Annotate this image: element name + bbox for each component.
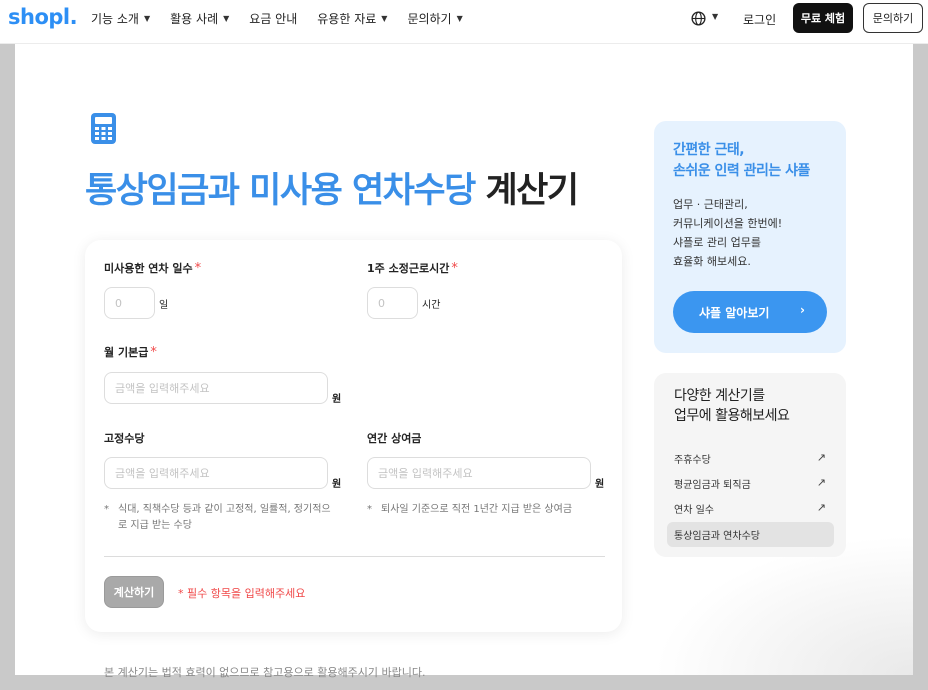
external-link-icon: ↗ <box>816 451 826 464</box>
monthly-salary-unit: 원 <box>332 394 342 405</box>
calculator-link-label: 통상임금과 연차수당 <box>674 531 760 542</box>
required-mark: * <box>150 345 157 360</box>
other-calculators-card: 다양한 계산기를 업무에 활용해보세요 주휴수당 ↗ 평균임금과 퇴직금 ↗ 연차 … <box>654 373 846 557</box>
note-mark: * <box>367 504 372 515</box>
calculate-button[interactable]: 계산하기 <box>104 576 164 608</box>
learn-shopl-button[interactable]: 샤플 알아보기 › <box>673 291 827 333</box>
required-mark: * <box>194 261 202 276</box>
annual-bonus-note-text: 퇴사일 기준으로 직전 1년간 지급 받은 상여금 <box>381 504 573 515</box>
calculator-form-card: 미사용한 연차 일수 * 0 일 1주 소정근로시간 * 0 시간 월 기본급 * 금… <box>85 240 622 632</box>
menu-resources-label: 유용한 자료 <box>317 11 377 26</box>
unused-days-unit: 일 <box>159 300 169 311</box>
fixed-allowance-note: * 식대, 직책수당 등과 같이 고정적, 일률적, 정기적으 로 지급 받는 … <box>104 502 354 534</box>
form-divider <box>104 556 605 557</box>
calculator-link-annual-leave-days[interactable]: 연차 일수 ↗ <box>667 496 834 521</box>
calculator-link-label: 평균임금과 퇴직금 <box>674 480 751 491</box>
page-title: 통상임금과 미사용 연차수당 계산기 <box>85 162 579 213</box>
annual-bonus-unit: 원 <box>595 479 605 490</box>
chevron-right-icon: › <box>800 303 805 317</box>
calculator-link-ordinary-wage-leave-pay[interactable]: 통상임금과 연차수당 <box>667 522 834 547</box>
external-link-icon: ↗ <box>816 501 826 514</box>
chevron-down-icon: ▼ <box>143 13 151 23</box>
fixed-allowance-unit: 원 <box>332 479 342 490</box>
promo-body: 업무 · 근태관리, 커뮤니케이션을 한번에! 샤플로 관리 업무를 효율화 해… <box>673 198 783 268</box>
menu-pricing-label: 요금 안내 <box>249 11 298 26</box>
learn-shopl-button-label: 샤플 알아보기 <box>699 305 770 320</box>
menu-features-label: 기능 소개 <box>91 11 139 26</box>
unused-days-label: 미사용한 연차 일수 * <box>104 260 201 276</box>
top-nav: shopl. 기능 소개 ▼ 활용 사례 ▼ 요금 안내 유용한 자료 ▼ 문의하기 ▼… <box>0 0 928 44</box>
fixed-allowance-input[interactable]: 금액을 입력해주세요 <box>104 457 328 489</box>
menu-cases[interactable]: 활용 사례 ▼ <box>170 10 229 27</box>
menu-resources[interactable]: 유용한 자료 ▼ <box>317 10 387 27</box>
calculator-link-label: 주휴수당 <box>674 455 711 466</box>
calculator-link-severance[interactable]: 평균임금과 퇴직금 ↗ <box>667 471 834 496</box>
shopl-logo[interactable]: shopl. <box>8 5 78 29</box>
calculator-link-label: 연차 일수 <box>674 505 714 516</box>
menu-cases-label: 활용 사례 <box>170 11 219 26</box>
monthly-salary-label: 월 기본급 * <box>104 344 157 360</box>
chevron-down-icon: ▼ <box>456 13 463 23</box>
required-mark: * <box>451 261 458 276</box>
other-calculators-title: 다양한 계산기를 업무에 활용해보세요 <box>674 388 790 424</box>
inquiry-button[interactable]: 문의하기 <box>863 3 923 33</box>
free-trial-button[interactable]: 무료 체험 <box>793 3 853 33</box>
promo-title: 간편한 근태, 손쉬운 인력 관리는 샤플 <box>673 142 810 179</box>
login-link[interactable]: 로그인 <box>743 11 776 28</box>
page-title-highlight: 통상임금과 미사용 연차수당 <box>85 171 476 211</box>
menu-contact[interactable]: 문의하기 ▼ <box>407 10 462 27</box>
calculator-icon <box>91 113 116 144</box>
unused-days-input[interactable]: 0 <box>104 287 155 319</box>
language-chevron-down-icon[interactable]: ▼ <box>712 12 718 21</box>
globe-icon[interactable] <box>691 11 706 26</box>
chevron-down-icon: ▼ <box>223 13 230 23</box>
monthly-salary-input[interactable]: 금액을 입력해주세요 <box>104 372 328 404</box>
weekly-hours-label-text: 1주 소정근로시간 <box>367 262 450 275</box>
unused-days-label-text: 미사용한 연차 일수 <box>104 262 193 275</box>
annual-bonus-input[interactable]: 금액을 입력해주세요 <box>367 457 591 489</box>
weekly-hours-input[interactable]: 0 <box>367 287 418 319</box>
menu-features[interactable]: 기능 소개 ▼ <box>91 10 150 27</box>
main-menu: 기능 소개 ▼ 활용 사례 ▼ 요금 안내 유용한 자료 ▼ 문의하기 ▼ <box>91 0 483 36</box>
note-mark: * <box>104 504 109 515</box>
monthly-salary-label-text: 월 기본급 <box>104 346 149 359</box>
menu-contact-label: 문의하기 <box>407 11 452 26</box>
annual-bonus-note: * 퇴사일 기준으로 직전 1년간 지급 받은 상여금 <box>367 502 612 518</box>
external-link-icon: ↗ <box>816 476 826 489</box>
disclaimer-text: 본 계산기는 법적 효력이 없으므로 참고용으로 활용해주시기 바랍니다. <box>104 666 426 679</box>
menu-pricing[interactable]: 요금 안내 <box>249 10 297 27</box>
required-fields-message: * 필수 항목을 입력해주세요 <box>178 587 306 600</box>
chevron-down-icon: ▼ <box>381 13 388 23</box>
weekly-hours-label: 1주 소정근로시간 * <box>367 260 458 276</box>
annual-bonus-label: 연간 상여금 <box>367 432 422 445</box>
weekly-hours-unit: 시간 <box>422 300 441 311</box>
calculator-link-weekly-holiday-pay[interactable]: 주휴수당 ↗ <box>667 446 834 471</box>
page-title-rest: 계산기 <box>485 171 579 211</box>
shopl-promo-card: 간편한 근태, 손쉬운 인력 관리는 샤플 업무 · 근태관리, 커뮤니케이션을… <box>654 121 846 353</box>
fixed-allowance-label: 고정수당 <box>104 432 145 445</box>
fixed-allowance-note-text: 식대, 직책수당 등과 같이 고정적, 일률적, 정기적으 로 지급 받는 수당 <box>118 504 331 531</box>
